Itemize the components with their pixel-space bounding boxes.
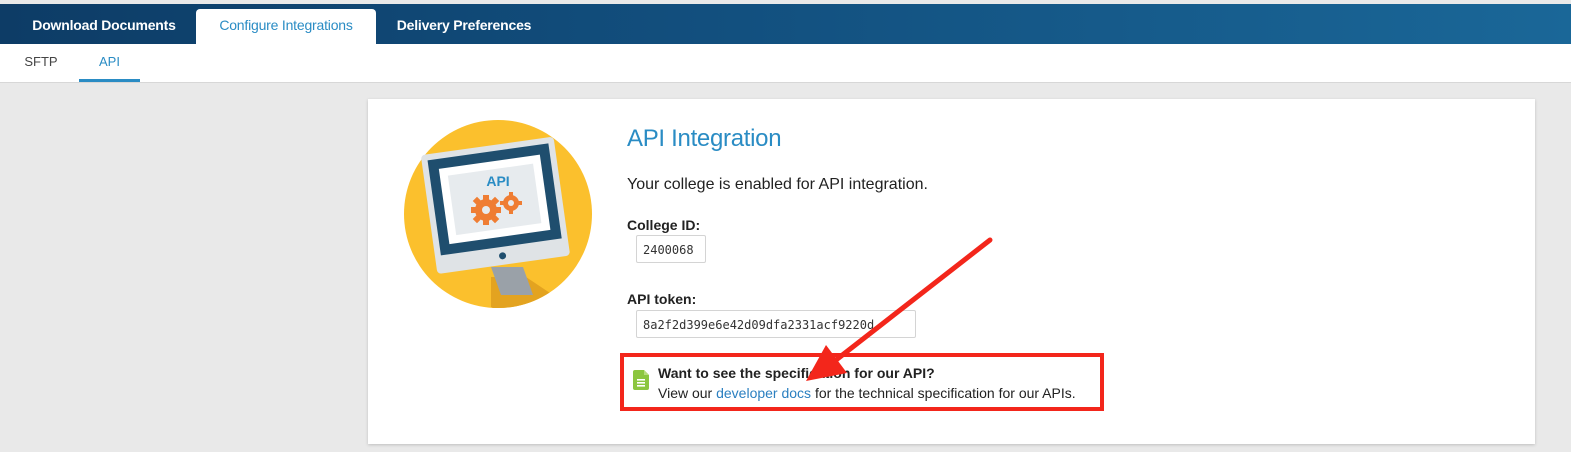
tab-configure-integrations[interactable]: Configure Integrations bbox=[196, 9, 376, 44]
gear-icon bbox=[471, 195, 501, 225]
callout-title: Want to see the specification for our AP… bbox=[658, 365, 935, 381]
illustration-api-label: API bbox=[486, 173, 509, 189]
developer-docs-link[interactable]: developer docs bbox=[716, 385, 811, 401]
sub-navigation: SFTP API bbox=[0, 44, 1571, 83]
college-id-label: College ID: bbox=[627, 217, 701, 233]
callout-body-suffix: for the technical specification for our … bbox=[811, 385, 1076, 401]
tab-delivery-preferences[interactable]: Delivery Preferences bbox=[376, 9, 552, 44]
college-id-value[interactable]: 2400068 bbox=[636, 235, 706, 263]
api-token-value[interactable]: 8a2f2d399e6e42d09dfa2331acf9220d bbox=[636, 310, 916, 338]
page-title: API Integration bbox=[627, 125, 782, 152]
api-token-label: API token: bbox=[627, 291, 697, 307]
top-navigation-bar: Download Documents Configure Integration… bbox=[0, 4, 1571, 44]
callout-body: View our developer docs for the technica… bbox=[658, 385, 1076, 401]
tab-download-documents[interactable]: Download Documents bbox=[12, 9, 196, 44]
callout-body-prefix: View our bbox=[658, 385, 717, 401]
api-monitor-illustration: API bbox=[404, 120, 592, 308]
subtab-sftp[interactable]: SFTP bbox=[10, 44, 72, 82]
api-integration-card: API API Integration Your college is enab… bbox=[368, 99, 1535, 444]
document-icon bbox=[633, 370, 649, 390]
api-spec-callout: Want to see the specification for our AP… bbox=[620, 353, 1104, 411]
integration-status-text: Your college is enabled for API integrat… bbox=[627, 176, 928, 193]
subtab-api[interactable]: API bbox=[79, 44, 140, 82]
